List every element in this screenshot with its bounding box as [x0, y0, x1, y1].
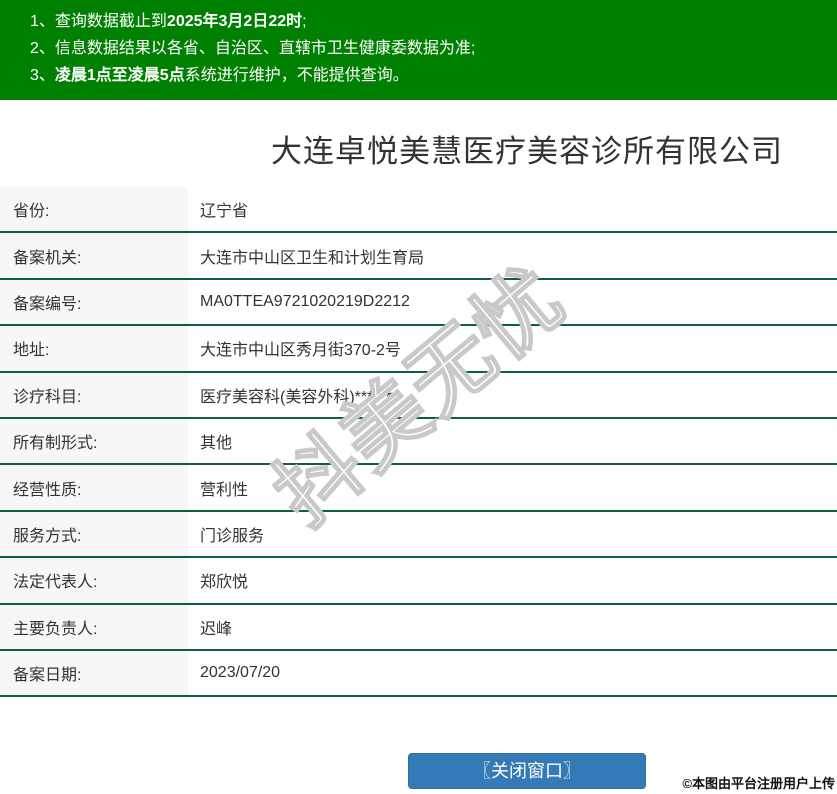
row-label: 法定代表人: — [0, 558, 188, 603]
page-title: 大连卓悦美慧医疗美容诊所有限公司 — [271, 134, 783, 169]
row-value: 大连市中山区秀月街370-2号 — [200, 342, 401, 360]
row-value: 大连市中山区卫生和计划生育局 — [200, 249, 425, 267]
row-label: 备案日期: — [0, 650, 188, 696]
notice-3-number: 3、 — [30, 67, 55, 84]
table-row-filing-authority: 备案机关: 大连市中山区卫生和计划生育局 — [0, 233, 837, 280]
record-table: 省份: 辽宁省 备案机关: 大连市中山区卫生和计划生育局 备案编号: MA0TT… — [0, 187, 837, 698]
row-label: 地址: — [0, 326, 188, 371]
notice-2-text: 信息数据结果以各省、自治区、直辖市卫生健康委数据为准; — [54, 40, 476, 57]
row-label: 服务方式: — [0, 511, 188, 557]
notice-line-3: 3、凌晨1点至凌晨5点系统进行维护，不能提供查询。 — [30, 62, 827, 89]
close-window-button[interactable]: 〖关闭窗口〗 — [408, 753, 646, 790]
table-row-filing-date: 备案日期: 2023/07/20 — [0, 650, 837, 698]
notice-line-1: 1、查询数据截止到2025年3月2日22时; — [30, 8, 827, 35]
row-label: 主要负责人: — [0, 604, 188, 649]
row-label: 备案编号: — [0, 279, 188, 325]
notice-1-post: ; — [302, 13, 307, 30]
row-label: 诊疗科目: — [0, 372, 188, 417]
row-label: 省份: — [0, 187, 188, 232]
row-value: 郑欣悦 — [200, 574, 249, 592]
table-row-main-responsible-person: 主要负责人: 迟峰 — [0, 604, 837, 651]
notice-banner: 1、查询数据截止到2025年3月2日22时; 2、信息数据结果以各省、自治区、直… — [0, 0, 837, 100]
footer-stamp: ©本图由平台注册用户上传 — [682, 776, 835, 791]
row-label: 经营性质: — [0, 465, 188, 510]
table-row-address: 地址: 大连市中山区秀月街370-2号 — [0, 326, 837, 373]
table-row-province: 省份: 辽宁省 — [0, 187, 837, 234]
row-value: 医疗美容科(美容外科)******* — [200, 388, 399, 406]
row-value: 辽宁省 — [200, 203, 249, 221]
row-value: 营利性 — [200, 481, 249, 499]
row-value: 迟峰 — [200, 620, 233, 638]
notice-1-bold: 2025年3月2日22时 — [166, 13, 303, 30]
row-label: 备案机关: — [0, 233, 188, 278]
notice-1-text: 查询数据截止到 — [54, 13, 167, 30]
row-value: MA0TTEA9721020219D2212 — [200, 292, 410, 310]
table-row-operating-nature: 经营性质: 营利性 — [0, 465, 837, 512]
row-label: 所有制形式: — [0, 418, 188, 464]
notice-3-bold: 凌晨1点至凌晨5点 — [54, 67, 185, 84]
row-value: 其他 — [200, 435, 233, 453]
table-row-filing-number: 备案编号: MA0TTEA9721020219D2212 — [0, 279, 837, 327]
title-wrap: 大连卓悦美慧医疗美容诊所有限公司 — [0, 100, 837, 170]
table-row-ownership-form: 所有制形式: 其他 — [0, 418, 837, 466]
row-value: 2023/07/20 — [200, 664, 281, 682]
notice-2-number: 2、 — [30, 40, 55, 57]
table-row-service-mode: 服务方式: 门诊服务 — [0, 511, 837, 559]
table-row-legal-representative: 法定代表人: 郑欣悦 — [0, 558, 837, 605]
table-row-medical-subjects: 诊疗科目: 医疗美容科(美容外科)******* — [0, 372, 837, 419]
notice-3-post: 系统进行维护，不能提供查询。 — [184, 67, 409, 84]
row-value: 门诊服务 — [200, 527, 265, 545]
notice-1-number: 1、 — [30, 13, 55, 30]
notice-line-2: 2、信息数据结果以各省、自治区、直辖市卫生健康委数据为准; — [30, 35, 827, 62]
